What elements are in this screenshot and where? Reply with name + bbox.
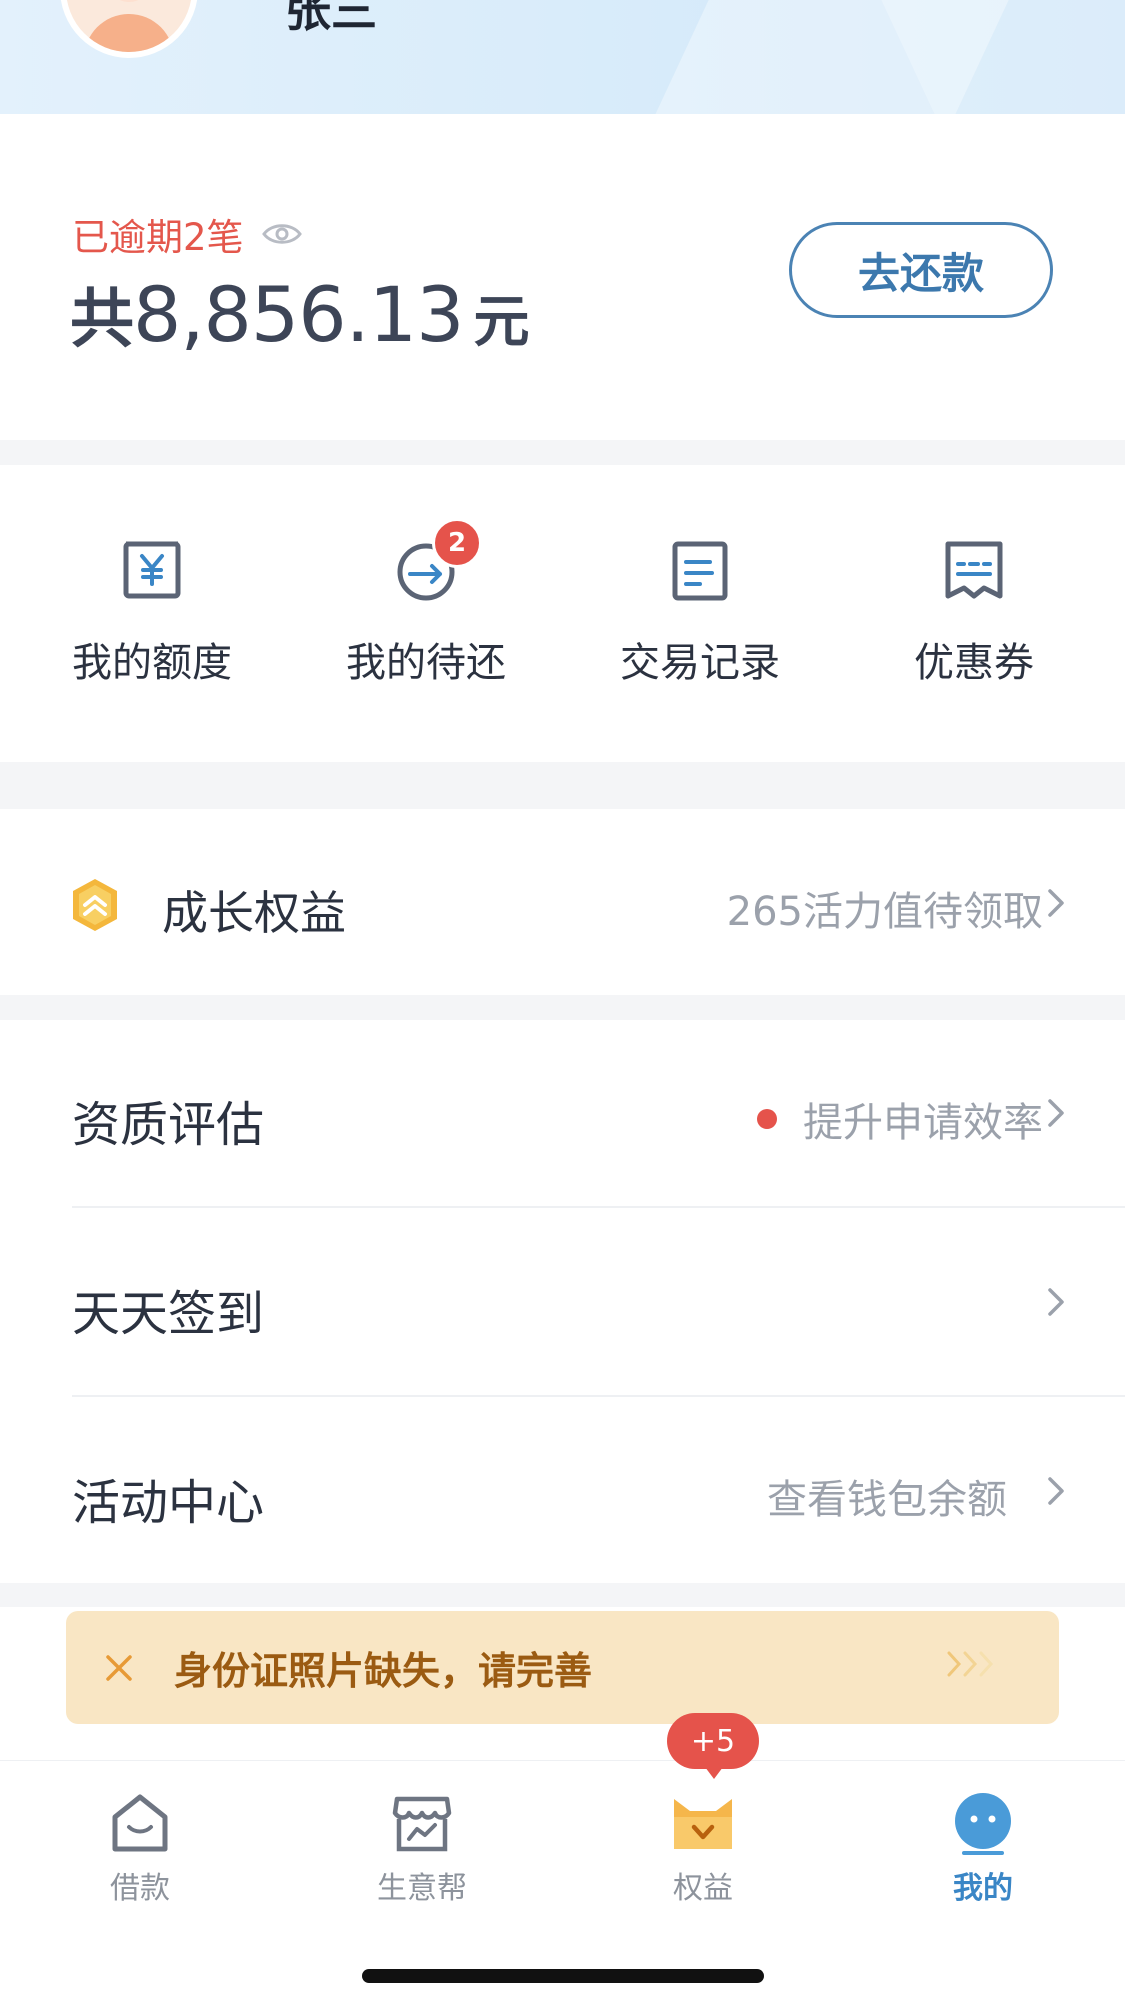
amount-unit: 元 — [473, 290, 529, 355]
pending-count-badge: 2 — [432, 518, 482, 568]
loan-icon — [112, 1794, 168, 1852]
amount-value: 8,856.13 — [133, 270, 464, 359]
menu-item-activity-center[interactable]: 活动中心 — [72, 1463, 264, 1533]
growth-title: 成长权益 — [162, 886, 346, 940]
tab-business[interactable]: 生意帮 — [352, 1791, 492, 1907]
chevron-right-icon — [1048, 1288, 1064, 1316]
quick-action-label: 交易记录 — [620, 640, 780, 686]
quick-action-label: 优惠券 — [914, 640, 1034, 686]
close-icon[interactable] — [104, 1653, 134, 1683]
home-indicator — [362, 1969, 764, 1983]
triple-chevron-icon — [947, 1651, 994, 1677]
avatar[interactable] — [60, 0, 198, 58]
menu-item-detail: 查看钱包余额 — [767, 1467, 1007, 1525]
tab-profile[interactable]: 我的 — [913, 1791, 1053, 1907]
growth-detail: 265活力值待领取 — [727, 879, 1043, 937]
tab-label: 权益 — [673, 1871, 733, 1906]
overdue-label: 已逾期2笔 — [72, 216, 244, 259]
eye-icon[interactable] — [261, 221, 302, 247]
quick-action-coupons[interactable]: 优惠券 — [874, 536, 1074, 688]
repay-button[interactable]: 去还款 — [789, 222, 1053, 318]
menu-item-detail: 提升申请效率 — [757, 1090, 1043, 1148]
username: 张三 — [285, 0, 377, 37]
amount-prefix: 共 — [70, 283, 134, 357]
transaction-record-icon — [672, 541, 728, 601]
chevron-right-icon — [1048, 1477, 1064, 1505]
growth-detail-text: 265活力值待领取 — [726, 889, 1043, 935]
quick-action-label: 我的待还 — [346, 640, 506, 686]
notice-text: 身份证照片缺失，请完善 — [174, 1649, 593, 1693]
tab-loan[interactable]: 借款 — [70, 1791, 210, 1907]
total-amount: 共8,856.13 元 — [70, 268, 529, 360]
menu-item-detail-text: 查看钱包余额 — [767, 1477, 1007, 1523]
growth-badge-icon — [73, 879, 117, 931]
chevron-right-icon — [1048, 889, 1064, 917]
benefits-points-bubble: +5 — [667, 1713, 759, 1779]
benefits-icon — [674, 1799, 732, 1849]
id-photo-notice[interactable]: 身份证照片缺失，请完善 — [66, 1611, 1059, 1724]
divider — [72, 1395, 1125, 1397]
credit-limit-icon — [123, 541, 181, 599]
tab-label: 借款 — [110, 1871, 170, 1906]
quick-action-pending-repay[interactable]: 2 我的待还 — [326, 518, 526, 688]
chevron-right-icon — [1048, 1099, 1064, 1127]
profile-icon — [955, 1793, 1011, 1855]
quick-action-label: 我的额度 — [72, 640, 232, 686]
quick-action-transactions[interactable]: 交易记录 — [600, 536, 800, 688]
overdue-status: 已逾期2笔 — [72, 207, 302, 261]
notification-dot — [757, 1109, 777, 1129]
coupon-icon — [945, 541, 1003, 599]
tab-benefits[interactable]: 权益 — [633, 1791, 773, 1907]
menu-item-daily-checkin[interactable]: 天天签到 — [72, 1274, 264, 1344]
quick-action-credit-limit[interactable]: 我的额度 — [52, 536, 252, 688]
business-icon — [392, 1796, 452, 1852]
tab-label: 生意帮 — [377, 1871, 467, 1906]
menu-item-detail-text: 提升申请效率 — [803, 1100, 1043, 1146]
profile-header: 张三 — [0, 0, 1125, 114]
menu-item-qualification[interactable]: 资质评估 — [72, 1085, 264, 1155]
divider — [72, 1206, 1125, 1208]
tab-label: 我的 — [953, 1871, 1013, 1906]
